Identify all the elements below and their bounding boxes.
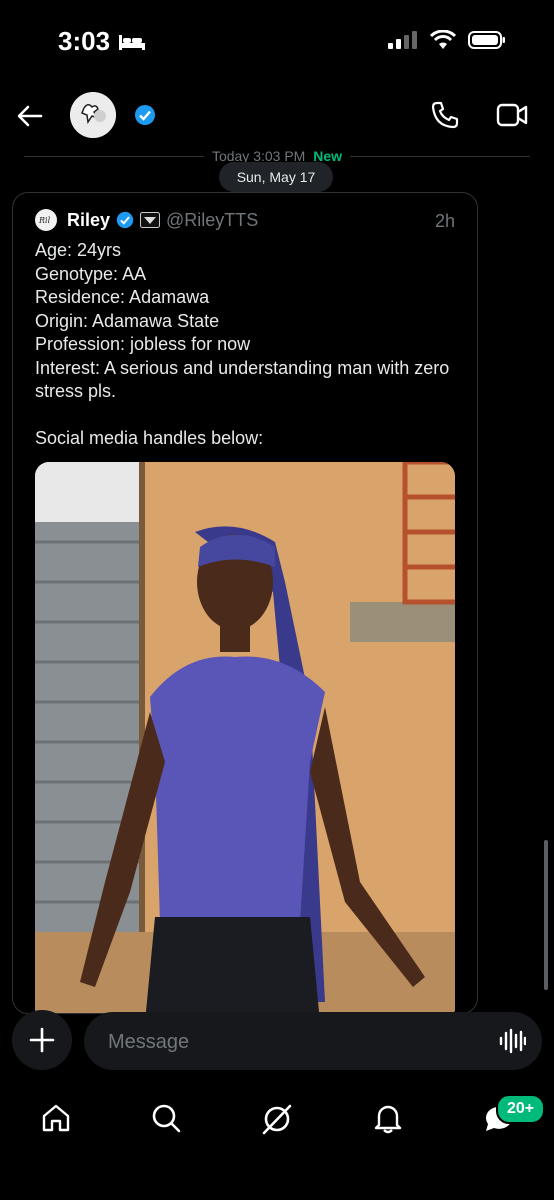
message-input[interactable] [106,1012,470,1072]
tweet-line: Genotype: AA [35,263,147,284]
bed-icon [119,34,146,50]
avatar[interactable] [70,92,116,138]
shared-tweet-card[interactable]: Ril Riley @RileyTTS 2h Age: 24yrs Genoty… [12,192,478,1014]
tweet-line: Residence: Adamawa [35,287,210,307]
cellular-signal-icon [388,31,417,49]
affiliate-badge-icon [140,212,161,228]
scrollbar[interactable] [544,840,548,990]
status-time: 3:03 [58,26,146,57]
tweet-timestamp: 2h [434,211,455,231]
tweet-author-name[interactable]: Riley [67,210,110,231]
home-icon[interactable] [40,1102,72,1134]
notifications-bell-icon[interactable] [372,1102,404,1134]
tweet-line: Interest: A serious and understanding ma… [35,357,450,402]
tweet-line: Profession: jobless for now [35,334,251,354]
phone-call-icon[interactable] [430,100,460,130]
wifi-icon [430,30,456,49]
tweet-photo[interactable] [35,462,455,1013]
tweet-line: Age: 24yrs [35,240,122,260]
tweet-text: Age: 24yrs Genotype: AA Residence: Adama… [35,239,465,451]
tweet-line: Origin: Adamawa State [35,310,220,331]
plus-icon [29,1027,55,1053]
add-attachment-button[interactable] [12,1010,72,1070]
messages-count-badge: 20+ [496,1094,546,1124]
date-pill: Sun, May 17 [219,162,333,192]
voice-message-icon[interactable] [498,1028,526,1054]
tweet-handle[interactable]: @RileyTTS [166,210,258,231]
tweet-line: Social media handles below: [35,428,264,448]
bottom-nav [0,1090,554,1150]
grok-icon[interactable] [260,1102,294,1136]
video-call-icon[interactable] [496,102,528,128]
chat-header [0,88,554,144]
tweet-avatar[interactable]: Ril [35,209,57,231]
verified-badge-icon [116,211,134,229]
search-icon[interactable] [150,1102,182,1134]
message-composer [84,1012,542,1072]
back-arrow-icon[interactable] [14,100,46,132]
verified-badge-icon [135,105,155,125]
svg-text:Ril: Ril [38,216,51,225]
status-bar: 3:03 [0,0,554,84]
tweet-header: Ril Riley @RileyTTS [35,209,258,231]
battery-icon [468,31,505,49]
clock-text: 3:03 [58,26,111,56]
tweet-line [35,404,465,428]
